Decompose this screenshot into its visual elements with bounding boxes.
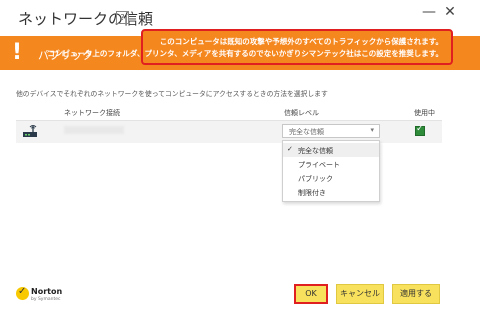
trust-level-select[interactable]: 完全な信頼 ▾ (282, 124, 380, 138)
option-label: パブリック (298, 175, 333, 183)
selected-check-icon: ✓ (287, 145, 293, 153)
dropdown-option-private[interactable]: プライベート (283, 157, 379, 171)
norton-logo-subtext: by Symantec (31, 297, 61, 302)
in-use-checkbox[interactable]: ✓ (415, 124, 425, 136)
option-label: プライベート (298, 161, 340, 169)
header-network-connection: ネットワーク接続 (64, 109, 120, 117)
norton-logo-icon: ✓ (16, 286, 29, 300)
dropdown-option-full-trust[interactable]: ✓ 完全な信頼 (283, 143, 379, 157)
router-icon (23, 125, 37, 137)
callout-text-line-2: コンピュータ上のフォルダ、プリンタ、メディアを共有するのでないかぎりシマンテック… (47, 49, 443, 58)
header-trust-level: 信頼レベル (284, 109, 319, 117)
option-label: 完全な信頼 (298, 147, 333, 155)
trust-level-value: 完全な信頼 (289, 128, 324, 136)
ok-button[interactable]: OK (294, 284, 328, 304)
checkmark-icon: ✓ (416, 124, 424, 134)
cancel-button[interactable]: キャンセル (336, 284, 384, 304)
window-title: ネットワークの信頼 (18, 10, 154, 28)
dropdown-option-restricted[interactable]: 制限付き (283, 185, 379, 199)
help-icon[interactable]: ? (116, 11, 129, 24)
warning-icon: ! (12, 40, 23, 65)
logo-check: ✓ (18, 286, 27, 297)
chevron-down-icon: ▾ (370, 126, 374, 134)
norton-logo-text: Norton (31, 287, 63, 296)
dropdown-option-public[interactable]: パブリック (283, 171, 379, 185)
info-callout: このコンピュータは既知の攻撃や予想外のすべてのトラフィックから保護されます。 コ… (47, 29, 453, 65)
minimize-button[interactable]: — (420, 4, 438, 22)
option-label: 制限付き (298, 189, 326, 197)
trust-level-dropdown: ✓ 完全な信頼 プライベート パブリック 制限付き (282, 140, 380, 202)
description-text: 他のデバイスでそれぞれのネットワークを使ってコンピュータにアクセスするときの方法… (16, 90, 328, 98)
callout-text-line-1: このコンピュータは既知の攻撃や予想外のすべてのトラフィックから保護されます。 (159, 37, 443, 46)
network-name-redacted (64, 126, 124, 134)
header-in-use: 使用中 (414, 109, 435, 117)
close-button[interactable]: ✕ (441, 4, 459, 22)
apply-button[interactable]: 適用する (392, 284, 440, 304)
